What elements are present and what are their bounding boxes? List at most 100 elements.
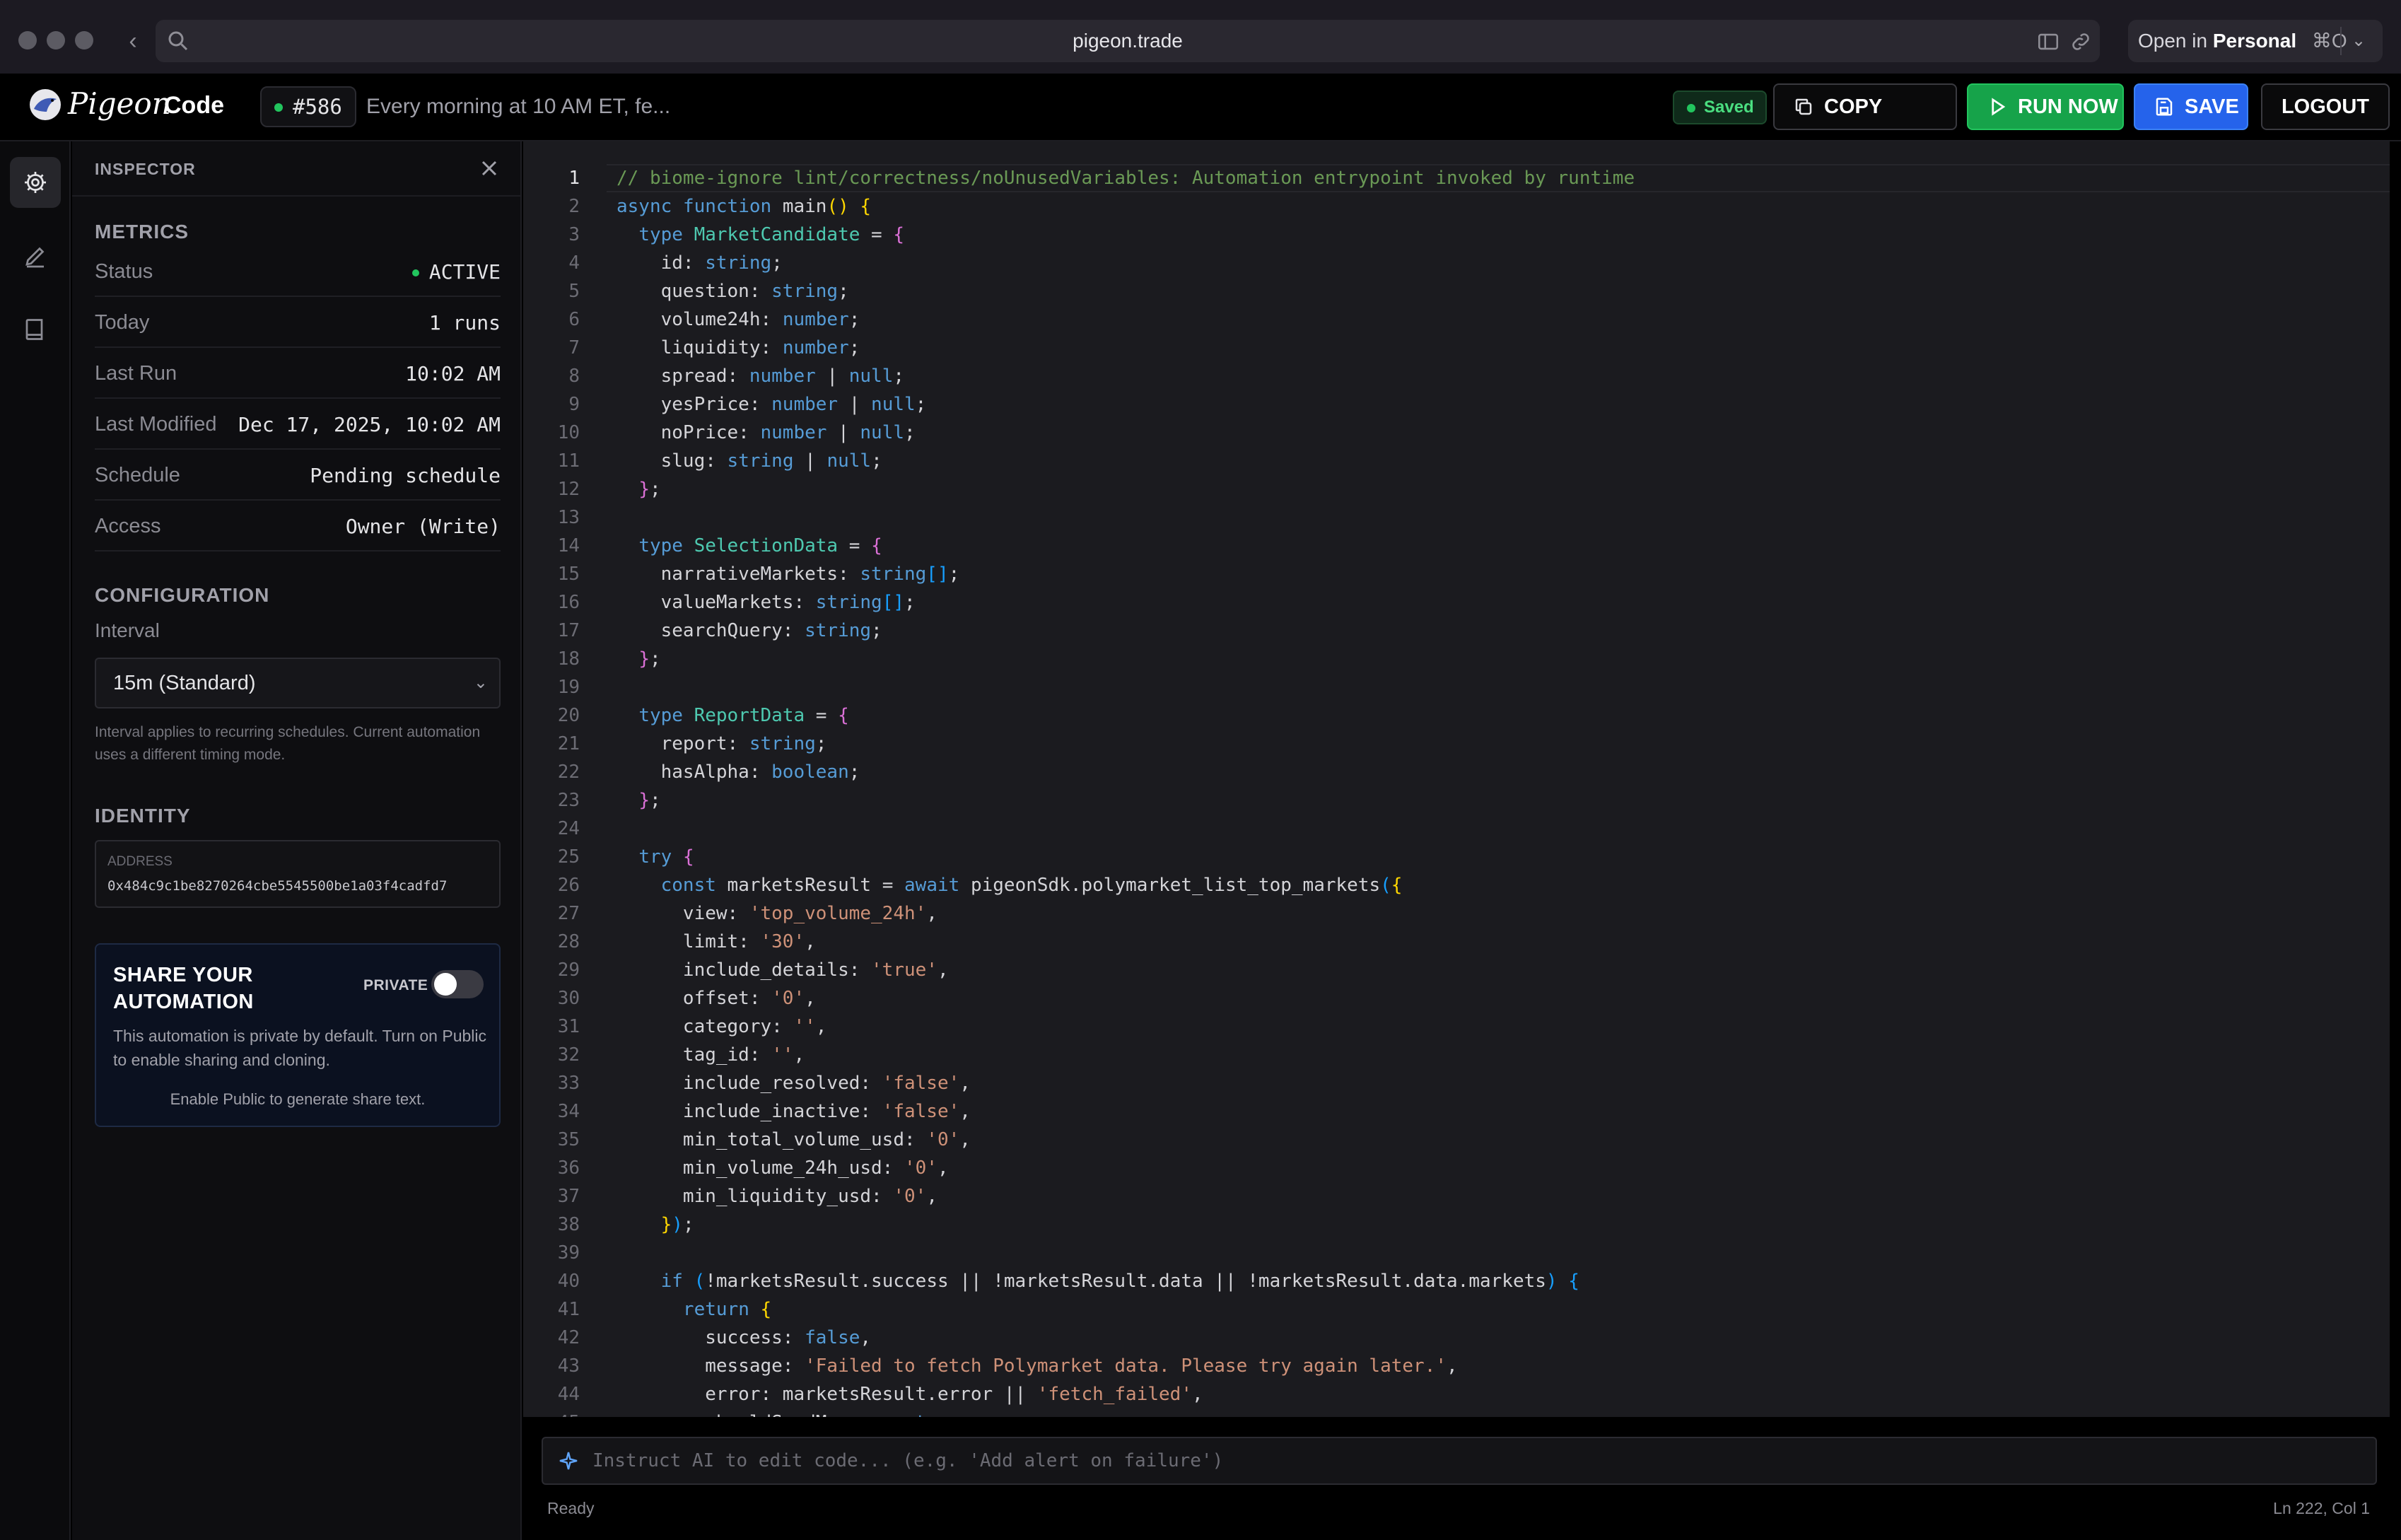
code-line[interactable]: 33 include_resolved: 'false', (523, 1069, 2390, 1097)
code-editor[interactable]: 1 // biome-ignore lint/correctness/noUnus… (523, 141, 2390, 1417)
line-number: 32 (557, 1044, 580, 1066)
line-number: 28 (557, 931, 580, 952)
logout-button[interactable]: LOGOUT (2261, 83, 2390, 130)
chevron-down-icon[interactable]: ⌄ (2352, 20, 2366, 62)
code-line[interactable]: 35 min_total_volume_usd: '0', (523, 1126, 2390, 1154)
code-text: searchQuery: string; (617, 620, 882, 641)
line-number: 9 (568, 394, 580, 415)
code-line[interactable]: 40 if (!marketsResult.success || !market… (523, 1267, 2390, 1295)
copy-share-button[interactable]: COPY SHARE (1773, 83, 1957, 162)
code-line[interactable]: 45 shouldSendMessage: true, (523, 1408, 2390, 1417)
metric-row-schedule: Schedule Pending schedule (95, 450, 501, 501)
code-line[interactable]: 6 volume24h: number; (523, 305, 2390, 334)
code-line[interactable]: 12 }; (523, 475, 2390, 503)
code-line[interactable]: 34 include_inactive: 'false', (523, 1097, 2390, 1126)
code-line[interactable]: 41 return { (523, 1295, 2390, 1324)
line-number: 8 (568, 366, 580, 387)
code-line[interactable]: 3 type MarketCandidate = { (523, 221, 2390, 249)
rail-settings-button[interactable] (10, 157, 61, 208)
close-icon[interactable] (477, 156, 502, 181)
code-line[interactable]: 1 // biome-ignore lint/correctness/noUnus… (523, 164, 2390, 192)
code-line[interactable]: 37 min_liquidity_usd: '0', (523, 1182, 2390, 1211)
code-line[interactable]: 23 }; (523, 786, 2390, 815)
code-line[interactable]: 31 category: '', (523, 1013, 2390, 1041)
interval-label: Interval (95, 619, 160, 641)
code-line[interactable]: 10 noPrice: number | null; (523, 419, 2390, 447)
active-status-dot (411, 269, 419, 276)
inspector-header: INSPECTOR (72, 141, 522, 197)
code-line[interactable]: 17 searchQuery: string; (523, 617, 2390, 645)
code-text: type SelectionData = { (638, 535, 882, 556)
rail-docs-button[interactable] (10, 304, 61, 355)
section-title: Code (164, 92, 224, 119)
code-text: include_resolved: 'false', (617, 1073, 971, 1094)
code-line[interactable]: 8 spread: number | null; (523, 362, 2390, 390)
line-number: 22 (557, 762, 580, 783)
code-line[interactable]: 11 slug: string | null; (523, 447, 2390, 475)
address-bar[interactable]: pigeon.trade (156, 20, 2100, 62)
code-text: shouldSendMessage: true, (617, 1408, 971, 1417)
code-line[interactable]: 39 (523, 1239, 2390, 1267)
code-line[interactable]: 38 }); (523, 1211, 2390, 1239)
line-number: 38 (557, 1214, 580, 1235)
metric-label: Schedule (95, 464, 180, 486)
code-line[interactable]: 2 async function main() { (523, 192, 2390, 221)
ai-instruction-input[interactable]: Instruct AI to edit code... (e.g. 'Add a… (542, 1437, 2377, 1485)
code-line[interactable]: 32 tag_id: '', (523, 1041, 2390, 1069)
code-line[interactable]: 15 narrativeMarkets: string[]; (523, 560, 2390, 588)
metric-value: 10:02 AM (405, 362, 501, 385)
code-text: category: '', (617, 1016, 827, 1037)
code-text: return { (682, 1299, 772, 1320)
code-line[interactable]: 25 try { (523, 843, 2390, 871)
code-line[interactable]: 20 type ReportData = { (523, 701, 2390, 730)
code-line[interactable]: 21 report: string; (523, 730, 2390, 758)
code-line[interactable]: 29 include_details: 'true', (523, 956, 2390, 984)
code-line[interactable]: 44 error: marketsResult.error || 'fetch_… (523, 1380, 2390, 1408)
code-line[interactable]: 4 id: string; (523, 249, 2390, 277)
line-number: 2 (568, 196, 580, 217)
code-line[interactable]: 43 message: 'Failed to fetch Polymarket … (523, 1352, 2390, 1380)
code-line[interactable]: 7 liquidity: number; (523, 334, 2390, 362)
save-button[interactable]: SAVE (2134, 83, 2248, 130)
logo-text: Pigeon (68, 86, 171, 121)
code-line[interactable]: 19 (523, 673, 2390, 701)
code-line[interactable]: 5 question: string; (523, 277, 2390, 305)
code-line[interactable]: 42 success: false, (523, 1324, 2390, 1352)
reader-icon[interactable] (2036, 30, 2060, 54)
code-line[interactable]: 24 (523, 815, 2390, 843)
copy-icon (1795, 98, 1812, 115)
metric-value: Pending schedule (310, 464, 501, 487)
automation-id-badge[interactable]: #586 (260, 86, 356, 127)
code-line[interactable]: 30 offset: '0', (523, 984, 2390, 1013)
configuration-section-title: CONFIGURATION (95, 584, 270, 606)
back-button[interactable]: ‹ (117, 25, 148, 57)
code-line[interactable]: 9 yesPrice: number | null; (523, 390, 2390, 419)
metrics-section-title: METRICS (95, 221, 189, 243)
code-line[interactable]: 36 min_volume_24h_usd: '0', (523, 1154, 2390, 1182)
code-line[interactable]: 14 type SelectionData = { (523, 532, 2390, 560)
line-number: 18 (557, 648, 580, 670)
private-label: PRIVATE (363, 977, 428, 993)
rail-edit-button[interactable] (10, 231, 61, 281)
open-in-profile-button[interactable]: Open in Personal ⌘O ⌄ (2128, 20, 2383, 62)
line-number: 14 (557, 535, 580, 556)
code-line[interactable]: 18 }; (523, 645, 2390, 673)
code-line[interactable]: 26 const marketsResult = await pigeonSdk… (523, 871, 2390, 899)
run-now-button[interactable]: RUN NOW (1967, 83, 2124, 130)
code-line[interactable]: 28 limit: '30', (523, 928, 2390, 956)
link-icon[interactable] (2069, 30, 2093, 54)
code-text: valueMarkets: string[]; (617, 592, 916, 613)
line-number: 42 (557, 1327, 580, 1348)
line-number: 11 (557, 450, 580, 472)
automation-description[interactable]: Every morning at 10 AM ET, fe... (366, 95, 670, 119)
code-line[interactable]: 22 hasAlpha: boolean; (523, 758, 2390, 786)
address-field[interactable]: ADDRESS 0x484c9c1be8270264cbe5545500be1a… (95, 840, 501, 908)
code-line[interactable]: 13 (523, 503, 2390, 532)
interval-select[interactable]: 15m (Standard) ⌄ (95, 658, 501, 708)
zoom-window-button[interactable] (75, 31, 93, 49)
close-window-button[interactable] (18, 31, 37, 49)
public-toggle[interactable] (431, 970, 484, 998)
code-line[interactable]: 27 view: 'top_volume_24h', (523, 899, 2390, 928)
minimize-window-button[interactable] (47, 31, 65, 49)
code-line[interactable]: 16 valueMarkets: string[]; (523, 588, 2390, 617)
